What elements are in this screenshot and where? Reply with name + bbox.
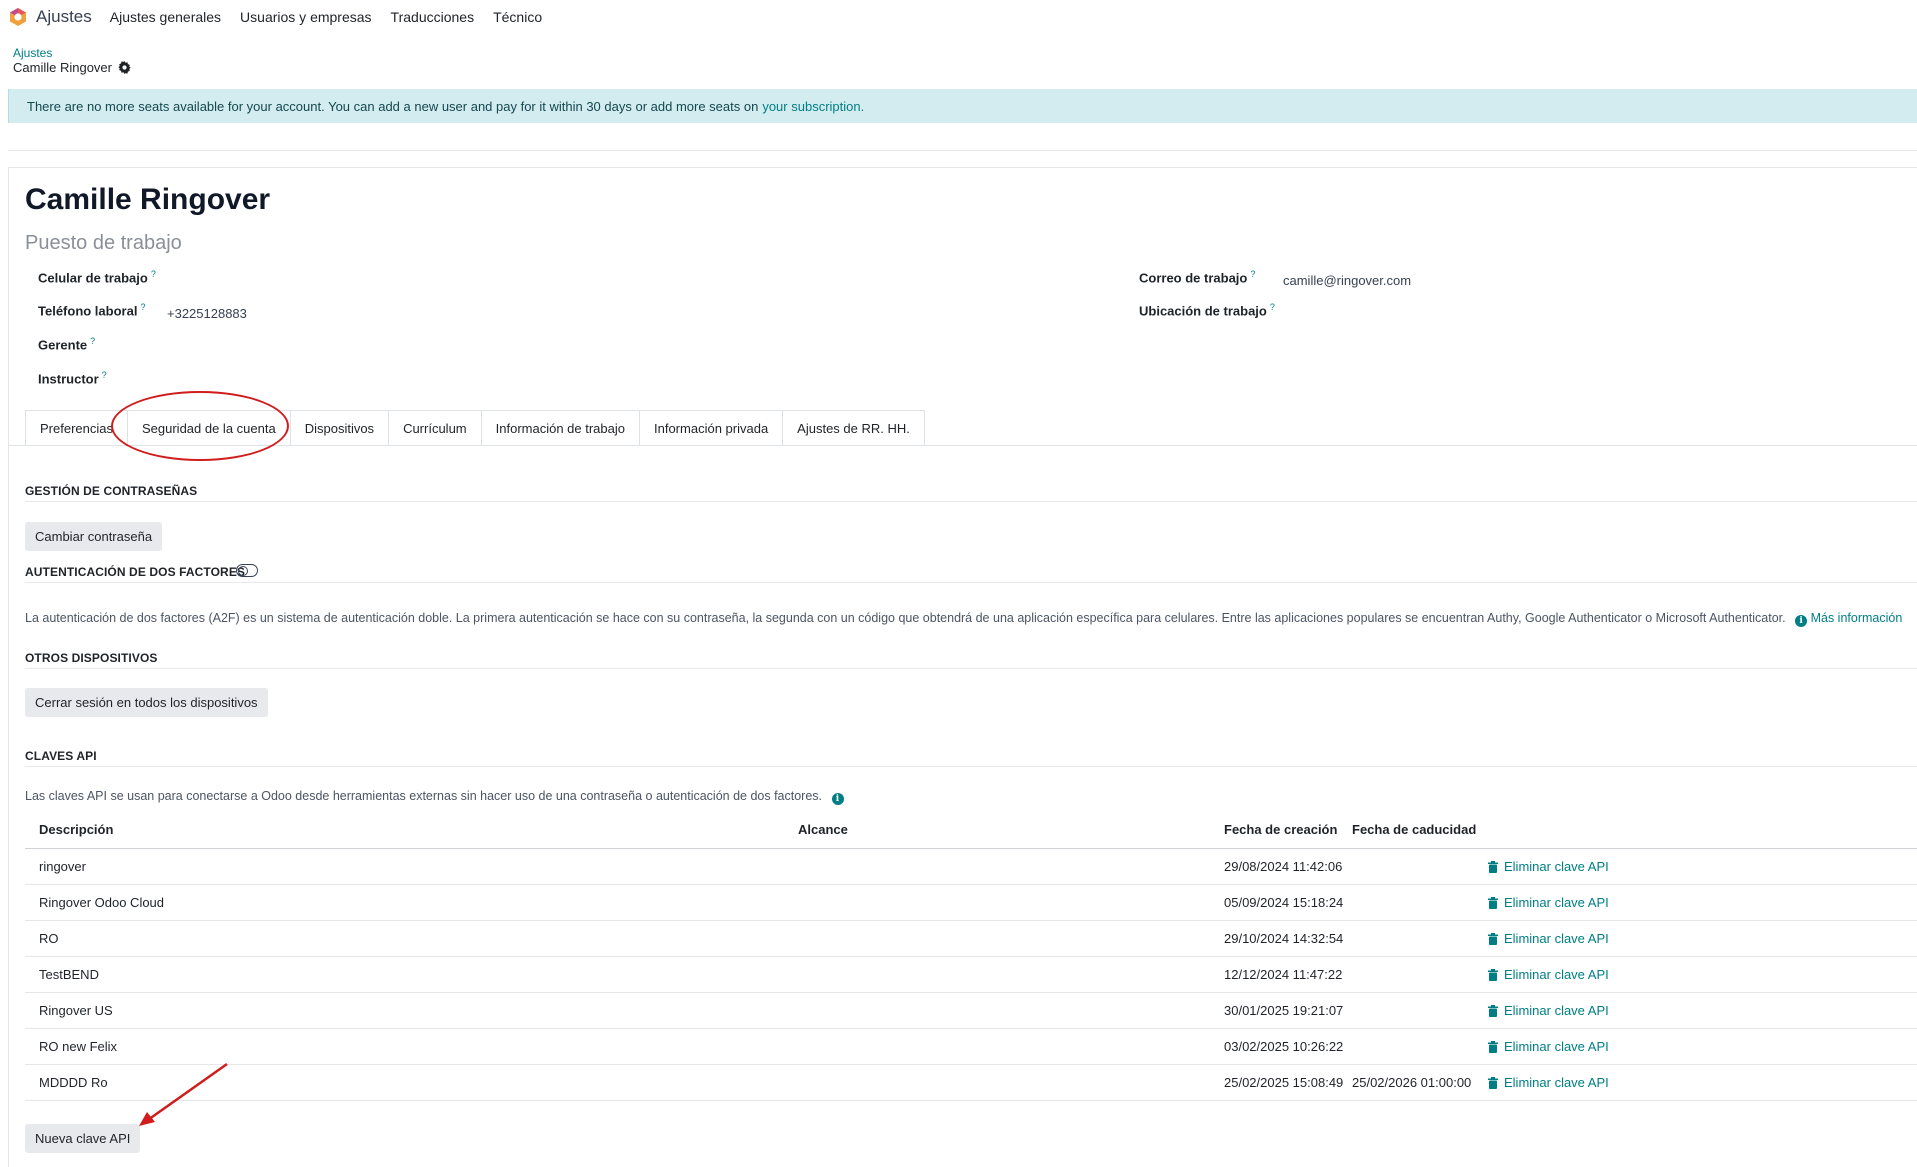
tab-seguridad-cuenta[interactable]: Seguridad de la cuenta [126,410,290,446]
label-celular-trabajo: Celular de trabajo? [38,269,156,286]
section-title-passwords: GESTIÓN DE CONTRASEÑAS [25,484,198,498]
trash-icon [1488,1004,1498,1017]
tab-ajustes-rrhh[interactable]: Ajustes de RR. HH. [782,410,925,446]
2fa-toggle[interactable] [236,564,258,577]
help-icon[interactable]: ? [151,269,156,279]
api-key-description: RO new Felix [39,1039,118,1054]
tab-preferencias[interactable]: Preferencias [25,410,127,446]
delete-api-key-link[interactable]: Eliminar clave API [1488,967,1609,982]
section-title-api-keys: CLAVES API [25,749,97,763]
trash-icon [1488,968,1498,981]
api-key-description: Ringover US [39,1003,113,1018]
tab-curriculum[interactable]: Currículum [388,410,481,446]
app-name[interactable]: Ajustes [36,7,92,27]
breadcrumb-parent-link[interactable]: Ajustes [13,46,52,60]
section-divider [25,766,1917,767]
correo-trabajo-value[interactable]: camille@ringover.com [1283,273,1411,288]
col-header-fecha-caducidad[interactable]: Fecha de caducidad [1352,822,1476,837]
tab-dispositivos[interactable]: Dispositivos [289,410,389,446]
trash-icon [1488,1040,1498,1053]
col-header-descripcion[interactable]: Descripción [39,822,113,837]
api-key-created: 25/02/2025 15:08:49 [1224,1075,1344,1090]
new-api-key-button[interactable]: Nueva clave API [25,1124,141,1153]
section-title-devices: OTROS DISPOSITIVOS [25,651,158,665]
trash-icon [1488,932,1498,945]
api-key-description: TestBEND [39,967,99,982]
label-instructor: Instructor? [38,370,107,387]
nav-traducciones[interactable]: Traducciones [391,9,475,25]
api-key-created: 30/01/2025 19:21:07 [1224,1003,1344,1018]
api-key-description: ringover [39,859,86,874]
alert-text: There are no more seats available for yo… [27,98,759,114]
api-key-description: MDDDD Ro [39,1075,108,1090]
help-icon[interactable]: ? [90,336,95,346]
section-divider [25,668,1917,669]
section-divider [25,582,1917,583]
tab-informacion-trabajo[interactable]: Información de trabajo [480,410,639,446]
subscription-link[interactable]: your subscription. [762,99,864,114]
trash-icon [1488,896,1498,909]
telefono-laboral-value[interactable]: +3225128883 [167,306,247,321]
trash-icon [1488,1076,1498,1089]
table-row[interactable]: TestBEND 12/12/2024 11:47:22 Eliminar cl… [25,957,1917,993]
section-title-2fa: AUTENTICACIÓN DE DOS FACTORES [25,565,246,579]
delete-api-key-link[interactable]: Eliminar clave API [1488,1003,1609,1018]
api-description: Las claves API se usan para conectarse a… [25,789,844,805]
nav-tecnico[interactable]: Técnico [493,9,542,25]
table-row[interactable]: MDDDD Ro 25/02/2025 15:08:49 25/02/2026 … [25,1065,1917,1101]
label-gerente: Gerente? [38,336,96,353]
nav-usuarios-empresas[interactable]: Usuarios y empresas [240,9,372,25]
info-icon[interactable]: i [831,793,844,805]
seats-alert: There are no more seats available for yo… [8,89,1917,123]
more-info-link[interactable]: Más información [1811,611,1903,625]
table-row[interactable]: RO new Felix 03/02/2025 10:26:22 Elimina… [25,1029,1917,1065]
help-icon[interactable]: ? [140,302,145,312]
help-icon[interactable]: ? [102,370,107,380]
api-key-created: 05/09/2024 15:18:24 [1224,895,1344,910]
nav-ajustes-generales[interactable]: Ajustes generales [110,9,221,25]
table-row[interactable]: Ringover Odoo Cloud 05/09/2024 15:18:24 … [25,885,1917,921]
label-telefono-laboral: Teléfono laboral? [38,302,146,319]
logout-all-devices-button[interactable]: Cerrar sesión en todos los dispositivos [25,688,268,717]
api-key-description: RO [39,931,59,946]
api-key-created: 29/10/2024 14:32:54 [1224,931,1344,946]
info-icon: i [1795,615,1808,627]
form-tabs: Preferencias Seguridad de la cuenta Disp… [25,410,925,446]
delete-api-key-link[interactable]: Eliminar clave API [1488,895,1609,910]
delete-api-key-link[interactable]: Eliminar clave API [1488,859,1609,874]
divider [8,150,1917,151]
api-key-created: 03/02/2025 10:26:22 [1224,1039,1344,1054]
label-correo-trabajo: Correo de trabajo? [1139,269,1256,286]
label-ubicacion-trabajo: Ubicación de trabajo? [1139,302,1275,319]
table-row[interactable]: ringover 29/08/2024 11:42:06 Eliminar cl… [25,849,1917,885]
table-row[interactable]: Ringover US 30/01/2025 19:21:07 Eliminar… [25,993,1917,1029]
delete-api-key-link[interactable]: Eliminar clave API [1488,1039,1609,1054]
api-key-description: Ringover Odoo Cloud [39,895,165,910]
tab-informacion-privada[interactable]: Información privada [639,410,783,446]
top-navbar: Ajustes Ajustes generales Usuarios y emp… [0,0,1917,34]
help-icon[interactable]: ? [1250,269,1255,279]
tabs-divider [8,445,1917,446]
breadcrumb: Camille Ringover [13,60,131,75]
delete-api-key-link[interactable]: Eliminar clave API [1488,931,1609,946]
gear-icon[interactable] [118,61,131,74]
trash-icon [1488,860,1498,873]
odoo-settings-logo-icon[interactable] [8,7,28,27]
2fa-description: La autenticación de dos factores (A2F) e… [25,611,1903,627]
section-divider [25,501,1917,502]
col-header-fecha-creacion[interactable]: Fecha de creación [1224,822,1337,837]
api-key-created: 12/12/2024 11:47:22 [1224,967,1343,982]
api-key-expires: 25/02/2026 01:00:00 [1352,1075,1472,1090]
job-title-input[interactable]: Puesto de trabajo [25,232,182,255]
breadcrumb-current: Camille Ringover [13,60,112,75]
employee-name[interactable]: Camille Ringover [25,183,270,217]
table-row[interactable]: RO 29/10/2024 14:32:54 Eliminar clave AP… [25,921,1917,957]
help-icon[interactable]: ? [1270,302,1275,312]
api-key-created: 29/08/2024 11:42:06 [1224,859,1343,874]
col-header-alcance[interactable]: Alcance [798,822,848,837]
change-password-button[interactable]: Cambiar contraseña [25,522,163,551]
delete-api-key-link[interactable]: Eliminar clave API [1488,1075,1609,1090]
